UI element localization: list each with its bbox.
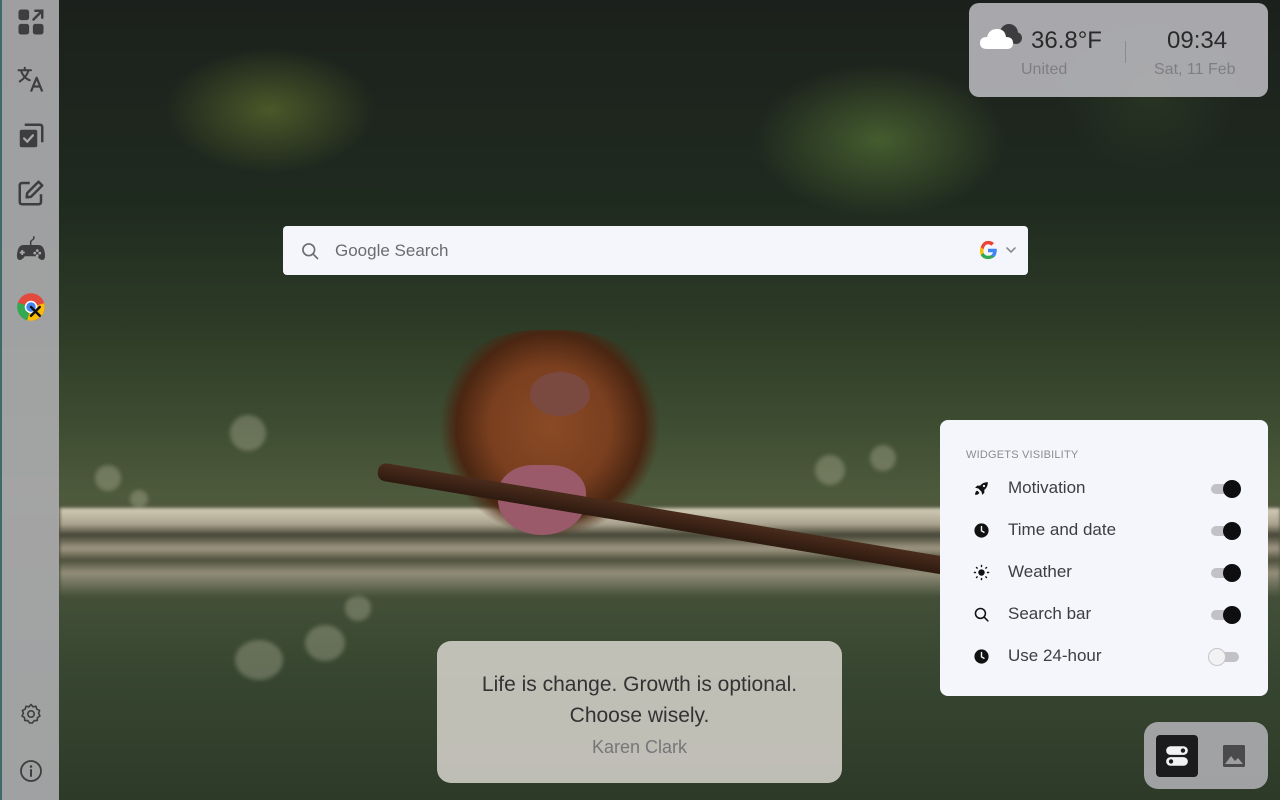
search-bar <box>283 226 1028 275</box>
search-icon <box>974 607 989 622</box>
bokeh-light <box>235 640 283 680</box>
weather-clock-widget: 36.8°F United 09:34 Sat, 11 Feb <box>969 3 1268 97</box>
sidebar-item-settings[interactable] <box>10 693 52 735</box>
clock-date: Sat, 11 Feb <box>1154 61 1236 78</box>
gear-icon <box>21 703 41 724</box>
chevron-down-icon <box>1006 247 1016 254</box>
sun-icon <box>973 564 990 581</box>
motivation-toggle[interactable] <box>1210 479 1242 499</box>
sidebar-item-tasks[interactable] <box>10 115 52 157</box>
sidebar <box>0 0 59 800</box>
time-and-date-toggle[interactable] <box>1210 521 1242 541</box>
widget-row-weather: Weather <box>940 555 1268 589</box>
widget-row-time-and-date: Time and date <box>940 513 1268 547</box>
search-engine-selector[interactable] <box>977 237 1023 263</box>
widget-label: Time and date <box>1008 520 1117 539</box>
bokeh-light <box>870 445 896 471</box>
sidebar-item-chrome-tools[interactable] <box>10 286 52 328</box>
widget-row-search-bar: Search bar <box>940 597 1268 631</box>
quote-text: Life is change. Growth is optional. Choo… <box>481 673 798 727</box>
edit-note-icon <box>18 180 44 206</box>
search-icon <box>302 243 319 260</box>
bokeh-light <box>230 415 266 451</box>
bokeh-light <box>305 625 345 661</box>
quote-author: Karen Clark <box>591 737 688 757</box>
widgets-toggle-button[interactable] <box>1156 735 1198 777</box>
weather-toggle[interactable] <box>1210 563 1242 583</box>
wallpaper-button[interactable] <box>1213 735 1255 777</box>
chrome-tools-icon <box>17 293 45 321</box>
weather-location: United <box>1021 61 1068 78</box>
widget-row-motivation: Motivation <box>940 471 1268 505</box>
apps-grid-arrow-icon <box>18 9 44 35</box>
motivation-quote: Life is change. Growth is optional. Choo… <box>437 641 842 783</box>
toggles-icon <box>1166 746 1188 766</box>
clock-time: 09:34 <box>1167 27 1228 54</box>
sidebar-item-translate[interactable] <box>10 58 52 100</box>
sidebar-item-notes[interactable] <box>10 172 52 214</box>
widget-label: Motivation <box>1008 478 1086 497</box>
google-g-icon <box>979 240 997 260</box>
widget-row-use-24-hour: Use 24-hour <box>940 639 1268 673</box>
sidebar-item-games[interactable] <box>10 229 52 271</box>
bokeh-light <box>345 595 371 621</box>
clock-icon <box>974 649 989 664</box>
translate-icon <box>17 66 44 92</box>
dog-nose <box>530 372 590 416</box>
gamepad-icon <box>16 235 46 260</box>
checkbox-copy-icon <box>19 123 44 148</box>
info-icon <box>20 760 42 782</box>
cloudy-icon <box>980 24 1022 49</box>
search-bar-toggle[interactable] <box>1210 605 1242 625</box>
widget-label: Search bar <box>1008 604 1092 623</box>
panel-title: WIDGETS VISIBILITY <box>966 449 1079 461</box>
clock-icon <box>974 523 989 538</box>
rocket-icon <box>975 482 988 495</box>
temperature: 36.8°F <box>1031 27 1102 54</box>
widget-divider <box>1125 41 1126 63</box>
image-icon <box>1223 745 1245 767</box>
search-input[interactable] <box>335 236 935 266</box>
widget-label: Use 24-hour <box>1008 646 1102 665</box>
bokeh-light <box>815 455 845 485</box>
sidebar-item-dashboard[interactable] <box>10 1 52 43</box>
widgets-visibility-panel: WIDGETS VISIBILITY Motivation Time and d… <box>940 420 1268 696</box>
bokeh-light <box>95 465 121 491</box>
bottom-dock <box>1144 722 1268 789</box>
sidebar-item-about[interactable] <box>10 750 52 792</box>
use-24-hour-toggle[interactable] <box>1208 647 1242 667</box>
bokeh-light <box>130 490 148 508</box>
widget-label: Weather <box>1008 562 1072 581</box>
